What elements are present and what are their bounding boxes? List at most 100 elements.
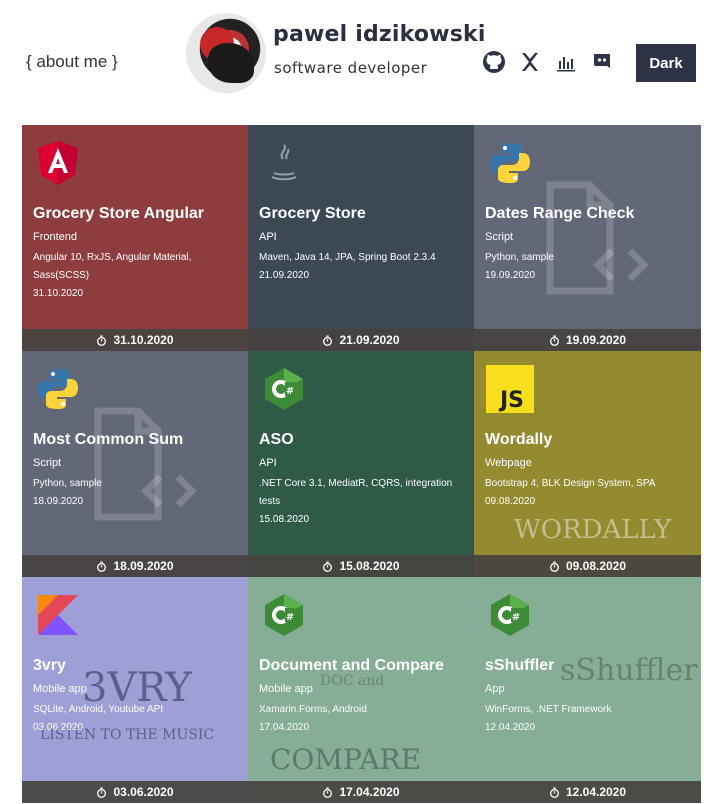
footer-date: 31.10.2020 <box>113 333 174 347</box>
project-tech-tags: Python, sample <box>33 478 102 489</box>
card-watermark-text: DOC and <box>320 673 385 689</box>
project-tags-block: WinForms, .NET Framework 12.04.2020 <box>485 701 695 737</box>
github-icon[interactable] <box>482 50 506 74</box>
project-title: Grocery Store <box>259 205 366 222</box>
about-me-link[interactable]: { about me } <box>26 52 118 72</box>
card-footer: 09.08.2020 <box>474 555 701 577</box>
card-footer: 18.09.2020 <box>22 555 248 577</box>
stopwatch-icon <box>97 560 107 572</box>
footer-date: 09.08.2020 <box>565 559 627 573</box>
csharp-logo-icon: # <box>260 591 308 639</box>
stopwatch-icon <box>549 334 559 346</box>
stopwatch-icon <box>323 334 333 346</box>
project-type: Webpage <box>485 457 532 469</box>
project-date: 03.06.2020 <box>33 722 84 733</box>
project-type: Mobile app <box>259 683 313 695</box>
project-type: Script <box>485 231 514 243</box>
project-type: App <box>485 683 505 695</box>
card-watermark-text: COMPARE <box>270 743 422 776</box>
project-type: API <box>259 231 277 243</box>
stopwatch-icon <box>97 786 107 798</box>
dark-mode-button[interactable]: Dark <box>636 44 696 82</box>
project-title: Wordally <box>485 431 553 448</box>
card-footer: 31.10.2020 <box>22 329 248 351</box>
csharp-logo-icon: # <box>260 365 308 413</box>
card-footer: 21.09.2020 <box>248 329 474 351</box>
avatar <box>186 13 266 93</box>
project-tech-tags: Maven, Java 14, JPA, Spring Boot 2.3.4 <box>259 252 436 263</box>
discord-icon[interactable] <box>590 50 614 74</box>
project-tech-tags: WinForms, .NET Framework <box>485 704 612 715</box>
project-card[interactable]: 3VRY LISTEN TO THE MUSIC 3vry Mobile app SQL… <box>22 577 248 803</box>
social-links <box>482 50 614 74</box>
svg-text:#: # <box>286 386 294 397</box>
stopwatch-icon <box>549 560 559 572</box>
project-tags-block: SQLite, Android, Youtube API 03.06.2020 <box>33 701 243 737</box>
project-title: 3vry <box>33 657 66 674</box>
project-tech-tags: Python, sample <box>485 252 554 263</box>
footer-date: 12.04.2020 <box>565 785 627 799</box>
csharp-logo-icon: # <box>486 591 534 639</box>
project-tags-block: Bootstrap 4, BLK Design System, SPA 09.08… <box>485 475 695 511</box>
project-tags-block: Maven, Java 14, JPA, Spring Boot 2.3.4 21… <box>259 249 469 285</box>
project-title: Document and Compare <box>259 657 444 674</box>
project-tech-tags: .NET Core 3.1, MediatR, CQRS, integratio… <box>259 478 453 507</box>
footer-date: 21.09.2020 <box>339 333 400 347</box>
projects-grid: Grocery Store Angular Frontend Angular 10,… <box>22 125 701 803</box>
project-tech-tags: Bootstrap 4, BLK Design System, SPA <box>485 478 656 489</box>
java-logo-icon <box>260 139 308 187</box>
project-card[interactable]: Grocery Store API Maven, Java 14, JPA, Spr… <box>248 125 474 351</box>
project-type: Script <box>33 457 62 469</box>
project-tags-block: Python, sample 18.09.2020 <box>33 475 243 511</box>
kotlin-logo-icon <box>34 591 82 639</box>
project-title: ASO <box>259 431 294 448</box>
project-tech-tags: SQLite, Android, Youtube API <box>33 704 164 715</box>
project-tags-block: Angular 10, RxJS, Angular Material, Sass… <box>33 249 243 303</box>
project-card[interactable]: # ASO API .NET Core 3.1, MediatR, CQRS, int… <box>248 351 474 577</box>
footer-date: 19.09.2020 <box>565 333 627 347</box>
project-date: 18.09.2020 <box>33 496 84 507</box>
project-card[interactable]: Most Common Sum Script Python, sample 18.09… <box>22 351 248 577</box>
project-date: 21.09.2020 <box>259 270 310 281</box>
footer-date: 15.08.2020 <box>339 559 400 573</box>
stopwatch-icon <box>97 334 107 346</box>
card-footer: 19.09.2020 <box>474 329 701 351</box>
project-card[interactable]: sShuffler # sShuffler App WinForms, .NET Fra… <box>474 577 701 803</box>
svg-text:#: # <box>286 612 294 623</box>
angular-logo-icon <box>34 139 82 187</box>
project-tags-block: Xamarin.Forms, Android 17.04.2020 <box>259 701 469 737</box>
project-title: Most Common Sum <box>33 431 184 448</box>
card-footer: 03.06.2020 <box>22 781 248 803</box>
footer-date: 18.09.2020 <box>113 559 174 573</box>
project-type: Frontend <box>33 231 78 243</box>
project-date: 19.09.2020 <box>485 270 536 281</box>
svg-text:#: # <box>512 612 520 623</box>
project-type: Mobile app <box>33 683 87 695</box>
project-title: sShuffler <box>485 657 555 674</box>
project-card[interactable]: WORDALLY JS Wordally Webpage Bootstrap 4, BL… <box>474 351 701 577</box>
project-title: Grocery Store Angular <box>33 205 205 222</box>
project-date: 31.10.2020 <box>33 288 84 299</box>
python-logo-icon <box>34 365 82 413</box>
project-tags-block: .NET Core 3.1, MediatR, CQRS, integratio… <box>259 475 469 529</box>
stopwatch-icon <box>549 786 559 798</box>
project-date: 17.04.2020 <box>259 722 310 733</box>
project-type: API <box>259 457 277 469</box>
project-tech-tags: Xamarin.Forms, Android <box>259 704 367 715</box>
stats-icon[interactable] <box>554 50 578 74</box>
project-title: Dates Range Check <box>485 205 635 222</box>
project-card[interactable]: Grocery Store Angular Frontend Angular 10,… <box>22 125 248 351</box>
footer-date: 03.06.2020 <box>113 785 174 799</box>
javascript-logo-icon: JS <box>486 365 534 413</box>
card-footer: 15.08.2020 <box>248 555 474 577</box>
project-card[interactable]: DOC and COMPARE # Document and Compare Mobil… <box>248 577 474 803</box>
profile-name: pawel idzikowski <box>273 22 486 47</box>
project-date: 15.08.2020 <box>259 514 310 525</box>
card-footer: 12.04.2020 <box>474 781 701 803</box>
project-tech-tags: Angular 10, RxJS, Angular Material, Sass… <box>33 252 192 281</box>
project-tags-block: Python, sample 19.09.2020 <box>485 249 695 285</box>
stackoverflow-icon[interactable] <box>518 50 542 74</box>
card-footer: 17.04.2020 <box>248 781 474 803</box>
project-card[interactable]: Dates Range Check Script Python, sample 19.… <box>474 125 701 351</box>
card-watermark-text: WORDALLY <box>514 515 672 545</box>
